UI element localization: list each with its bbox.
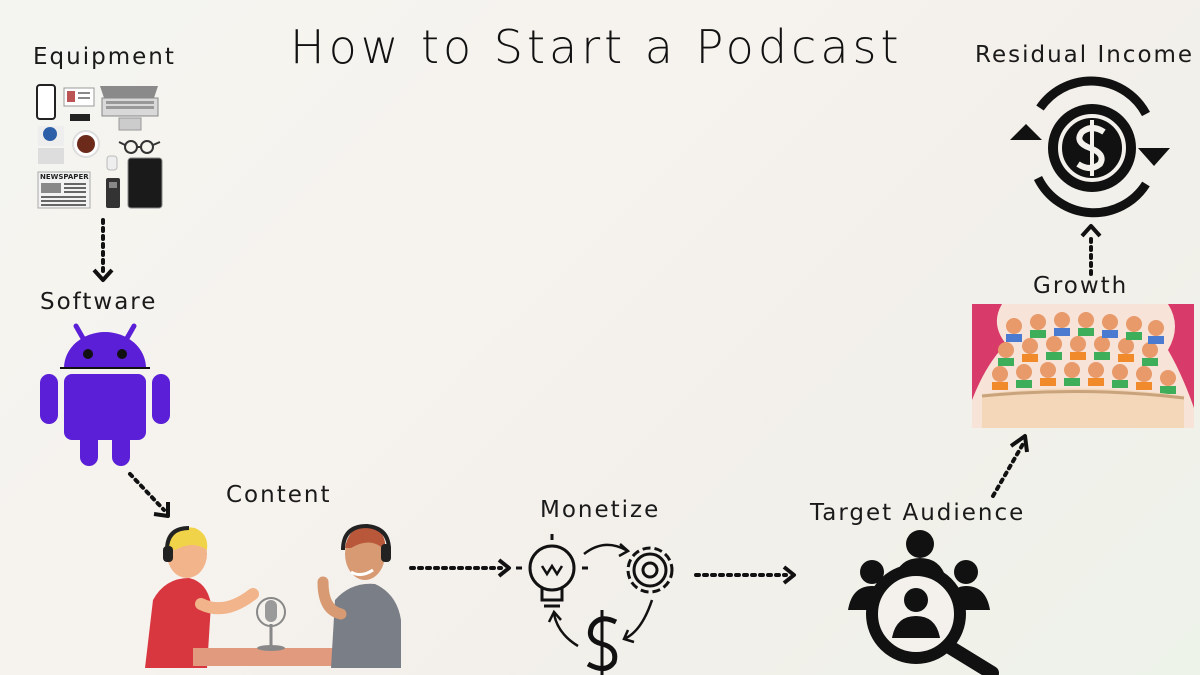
pie-chart-icon <box>43 127 57 141</box>
usb-drive-icon <box>70 114 90 121</box>
dollar-coin-icon <box>1048 104 1136 192</box>
growth-audience-illustration <box>972 304 1194 428</box>
arrow-target-to-growth <box>991 434 1029 498</box>
equipment-label: Equipment <box>33 44 176 70</box>
podcasters-illustration <box>145 523 401 668</box>
laptop-icon <box>100 86 159 131</box>
microphone-icon <box>256 597 286 651</box>
content-label: Content <box>226 482 332 508</box>
arrow-monetize-to-target <box>694 565 796 585</box>
headphones-right-icon <box>381 544 391 562</box>
target-audience-label: Target Audience <box>810 500 1026 526</box>
svg-text:NEWSPAPER: NEWSPAPER <box>40 173 89 181</box>
arrow-software-to-content <box>128 472 170 518</box>
newspaper-icon: NEWSPAPER <box>37 171 91 209</box>
residual-income-icon <box>1010 76 1170 218</box>
cycle-arrow-left <box>552 613 579 648</box>
earbuds-icon <box>106 155 118 171</box>
android-icon <box>40 323 170 466</box>
diagram-canvas: How to Start a Podcast Equipment Softwar… <box>0 0 1200 675</box>
diagram-title: How to Start a Podcast <box>290 20 903 74</box>
cycle-arrow-top <box>583 543 627 555</box>
dollar-sign-icon <box>586 610 618 675</box>
arrow-content-to-monetize <box>409 558 511 578</box>
glasses-icon <box>118 140 161 154</box>
target-audience-icon <box>848 530 999 675</box>
equipment-collage: NEWSPAPER <box>36 84 163 209</box>
software-label: Software <box>40 289 158 315</box>
arrow-equipment-to-software <box>92 218 114 282</box>
tablet-icon <box>127 157 163 209</box>
host-left <box>145 526 259 668</box>
cycle-arrow-right <box>625 599 654 640</box>
phone-icon <box>36 84 56 120</box>
residual-income-label: Residual Income <box>975 42 1195 68</box>
gear-icon <box>626 546 674 594</box>
host-right <box>317 523 401 668</box>
monetize-label: Monetize <box>540 497 661 523</box>
monetize-cycle-icon <box>516 534 674 675</box>
headphones-left-icon <box>163 546 173 562</box>
lightbulb-icon <box>516 534 588 608</box>
arrow-growth-to-residual <box>1080 224 1102 276</box>
